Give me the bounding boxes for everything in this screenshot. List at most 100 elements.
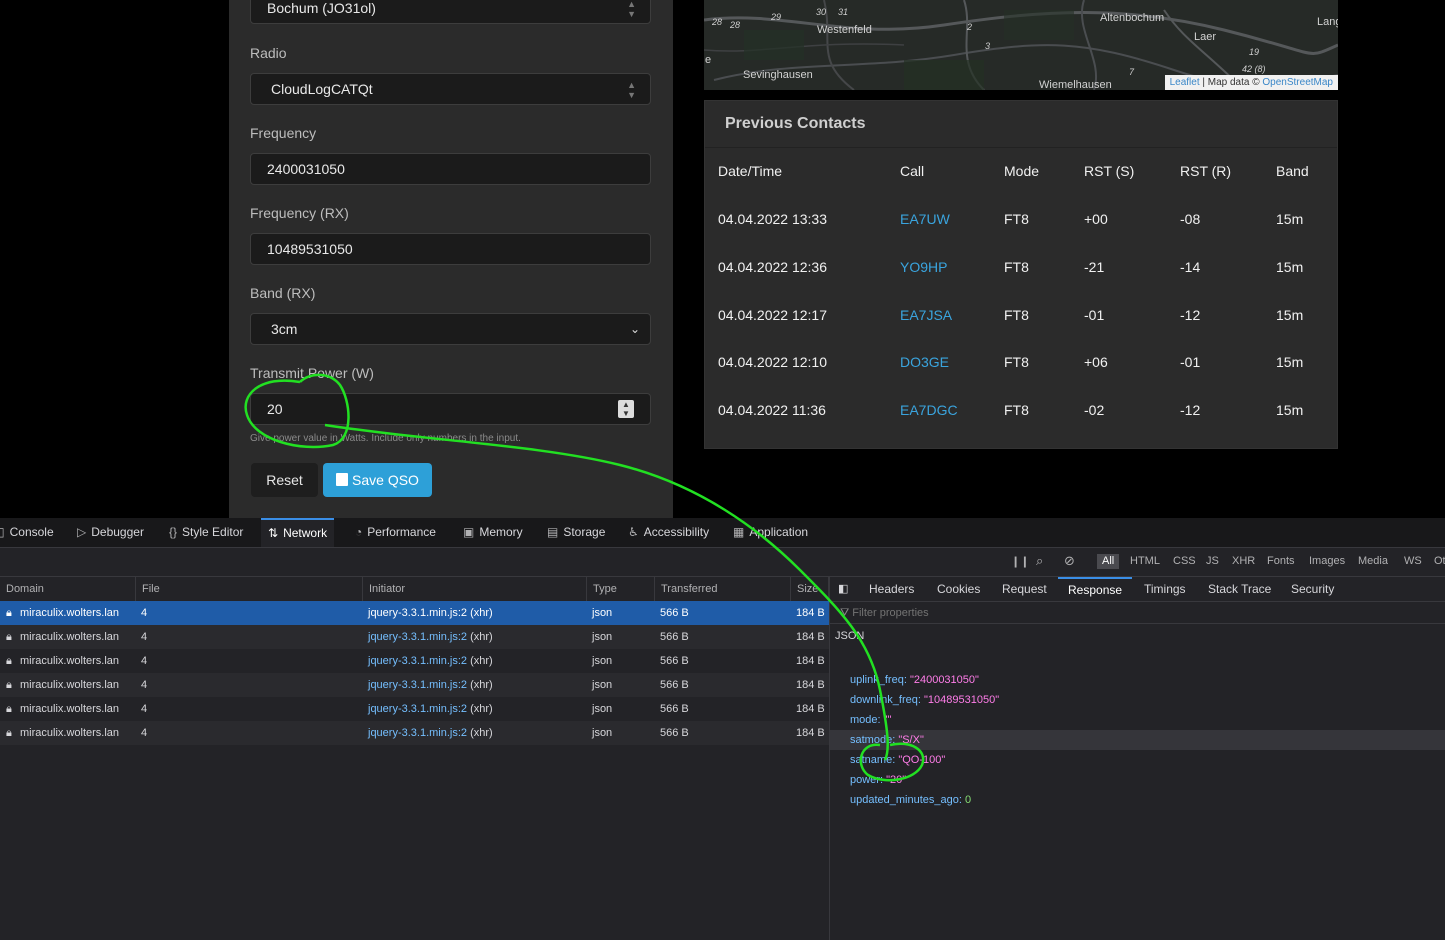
frequency-value: 2400031050 [267,161,345,177]
number-spinner-icon[interactable]: ▲ ▼ [618,400,634,418]
json-value: 0 [965,794,972,806]
map-road-number: 30 [816,7,827,17]
json-property[interactable]: power: "20" [830,770,1445,790]
col-size[interactable]: Size [791,577,829,601]
request-type: json [592,607,613,619]
filter-js[interactable]: JS [1206,555,1219,567]
request-size: 184 B [796,631,825,643]
frequency-input[interactable]: 2400031050 [250,153,651,185]
tab-security[interactable]: Security [1291,577,1334,601]
contact-rst-sent: -02 [1084,402,1105,418]
initiator-link[interactable]: jquery-3.3.1.min.js:2 [368,607,467,619]
station-select-value: Bochum (JO31ol) [267,0,376,16]
contact-datetime: 04.04.2022 12:10 [718,354,827,370]
tab-debugger[interactable]: ▷ Debugger [77,518,144,547]
toggle-sidebar-icon[interactable]: ◧ [838,577,848,601]
request-domain: miraculix.wolters.lan [20,727,120,739]
clear-icon[interactable]: ⊘ [1064,553,1075,569]
initiator-link[interactable]: jquery-3.3.1.min.js:2 [368,631,467,643]
request-row[interactable]: 🔒︎ miraculix.wolters.lan 4 jquery-3.3.1.… [0,697,829,721]
band-rx-label: Band (RX) [250,285,316,301]
filter-html[interactable]: HTML [1130,555,1160,567]
tab-cookies[interactable]: Cookies [937,577,980,601]
initiator-link[interactable]: jquery-3.3.1.min.js:2 [368,679,467,691]
contact-mode: FT8 [1004,259,1029,275]
tab-memory[interactable]: ▣ Memory [463,518,523,547]
json-property[interactable]: uplink_freq: "2400031050" [830,670,1445,690]
select-arrows-icon: ▲ ▼ [627,80,636,100]
contact-call-link[interactable]: EA7UW [900,211,950,227]
request-row[interactable]: 🔒︎ miraculix.wolters.lan 4 jquery-3.3.1.… [0,625,829,649]
filter-xhr[interactable]: XHR [1232,555,1255,567]
lock-icon: 🔒︎ [6,655,12,667]
request-row[interactable]: 🔒︎ miraculix.wolters.lan 4 jquery-3.3.1.… [0,721,829,745]
station-select[interactable]: Bochum (JO31ol) ▲ ▼ [250,0,651,24]
json-property[interactable]: downlink_freq: "10489531050" [830,690,1445,710]
map-place-label: Lang [1317,16,1338,28]
col-file[interactable]: File [136,577,363,601]
col-transferred[interactable]: Transferred [655,577,791,601]
json-property[interactable]: mode: "" [830,710,1445,730]
tab-timings[interactable]: Timings [1144,577,1186,601]
radio-select[interactable]: CloudLogCATQt ▲ ▼ [250,73,651,105]
tab-network[interactable]: ⇅ Network [261,518,335,547]
request-domain: miraculix.wolters.lan [20,631,120,643]
tab-console[interactable]: ▯ Console [0,518,54,547]
band-rx-value: 3cm [271,321,298,337]
filter-images[interactable]: Images [1309,555,1345,567]
contact-call-link[interactable]: YO9HP [900,259,947,275]
filter-ws[interactable]: WS [1404,555,1422,567]
col-type[interactable]: Type [587,577,655,601]
tab-style-editor[interactable]: {} Style Editor [169,518,243,547]
initiator-kind: (xhr) [470,703,493,715]
tab-accessibility[interactable]: ♿ Accessibility [628,518,709,547]
request-domain: miraculix.wolters.lan [20,679,120,691]
request-row[interactable]: 🔒︎ miraculix.wolters.lan 4 jquery-3.3.1.… [0,601,829,625]
frequency-rx-input[interactable]: 10489531050 [250,233,651,265]
initiator-link[interactable]: jquery-3.3.1.min.js:2 [368,727,467,739]
col-domain[interactable]: Domain [0,577,136,601]
tab-stack-trace[interactable]: Stack Trace [1208,577,1271,601]
initiator-kind: (xhr) [470,631,493,643]
leaflet-link[interactable]: Leaflet [1170,77,1200,88]
contact-call-link[interactable]: DO3GE [900,354,949,370]
pause-icon[interactable]: ❙❙ [1011,555,1029,568]
tab-response[interactable]: Response [1058,577,1133,601]
initiator-link[interactable]: jquery-3.3.1.min.js:2 [368,655,467,667]
filter-css[interactable]: CSS [1173,555,1196,567]
request-row[interactable]: 🔒︎ miraculix.wolters.lan 4 jquery-3.3.1.… [0,673,829,697]
filter-all[interactable]: All [1097,554,1120,569]
json-property[interactable]: satmode: "S/X" [830,730,1445,750]
openstreetmap-link[interactable]: OpenStreetMap [1262,77,1333,88]
col-header-call: Call [900,163,925,179]
tab-application[interactable]: ▦ Application [733,518,808,547]
initiator-link[interactable]: jquery-3.3.1.min.js:2 [368,703,467,715]
json-property[interactable]: updated_minutes_ago: 0 [830,790,1445,810]
band-rx-select[interactable]: 3cm ⌄ [250,313,651,345]
request-size: 184 B [796,703,825,715]
contact-call-link[interactable]: EA7JSA [900,307,952,323]
save-qso-button[interactable]: Save QSO [323,463,432,497]
filter-properties-input[interactable]: ⛛ Filter properties [830,602,1445,624]
contact-call-link[interactable]: EA7DGC [900,402,958,418]
request-initiator: jquery-3.3.1.min.js:2 (xhr) [368,673,493,697]
reset-button[interactable]: Reset [251,463,318,497]
request-transferred: 566 B [660,631,689,643]
filter-media[interactable]: Media [1358,555,1388,567]
tab-headers[interactable]: Headers [869,577,914,601]
request-file: 4 [141,727,148,739]
filter-fonts[interactable]: Fonts [1267,555,1295,567]
request-row[interactable]: 🔒︎ miraculix.wolters.lan 4 jquery-3.3.1.… [0,649,829,673]
json-section-header[interactable]: JSON [835,630,864,642]
json-property[interactable]: satname: "QO-100" [830,750,1445,770]
tab-label: Style Editor [182,525,244,539]
transmit-power-input[interactable]: 20 ▲ ▼ [250,393,651,425]
tab-request[interactable]: Request [1002,577,1047,601]
search-icon[interactable]: ⌕ [1036,553,1043,569]
col-initiator[interactable]: Initiator [363,577,587,601]
filter-other[interactable]: Ot [1434,555,1445,567]
tab-performance[interactable]: ◔ Performance [355,518,436,547]
map[interactable]: Westenfeld Altenbochum Laer Sevinghausen… [704,0,1338,90]
initiator-kind: (xhr) [470,679,493,691]
tab-storage[interactable]: ▤ Storage [547,518,605,547]
